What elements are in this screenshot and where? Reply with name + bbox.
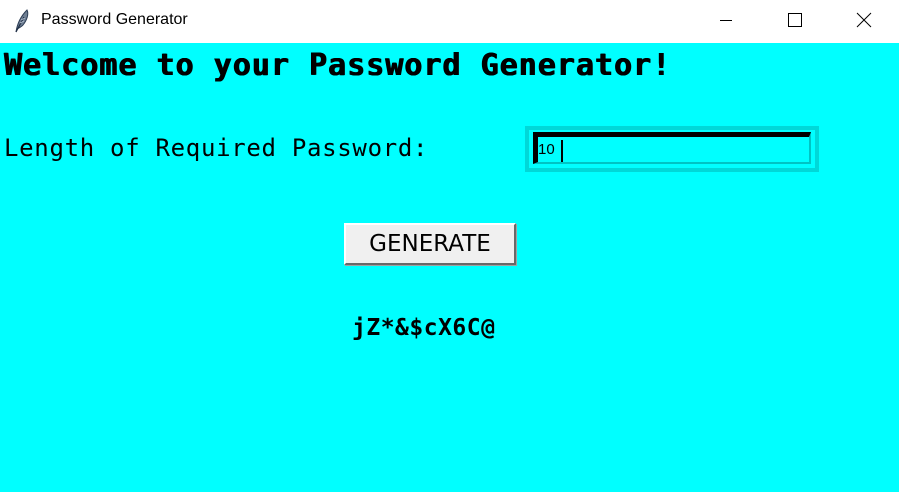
text-caret: [561, 140, 563, 162]
maximize-icon: [787, 12, 803, 32]
window-title: Password Generator: [41, 11, 188, 28]
app-window: Password Generator Welcome to your Passw…: [0, 0, 899, 492]
welcome-heading: Welcome to your Password Generator!: [4, 48, 672, 83]
password-length-label: Length of Required Password:: [4, 134, 429, 162]
generated-password: jZ*&$cX6C@: [352, 315, 496, 341]
password-length-value: 10: [538, 141, 555, 158]
maximize-button[interactable]: [763, 0, 826, 43]
close-icon: [856, 12, 872, 32]
minimize-icon: [718, 12, 734, 32]
feather-icon: [12, 8, 32, 34]
generate-button[interactable]: GENERATE: [344, 223, 516, 265]
input-bevel: [533, 132, 811, 164]
close-button[interactable]: [832, 0, 895, 43]
password-length-input[interactable]: 10: [525, 126, 819, 172]
title-bar[interactable]: Password Generator: [0, 0, 899, 43]
main-panel: Welcome to your Password Generator! Leng…: [0, 43, 899, 492]
minimize-button[interactable]: [694, 0, 757, 43]
